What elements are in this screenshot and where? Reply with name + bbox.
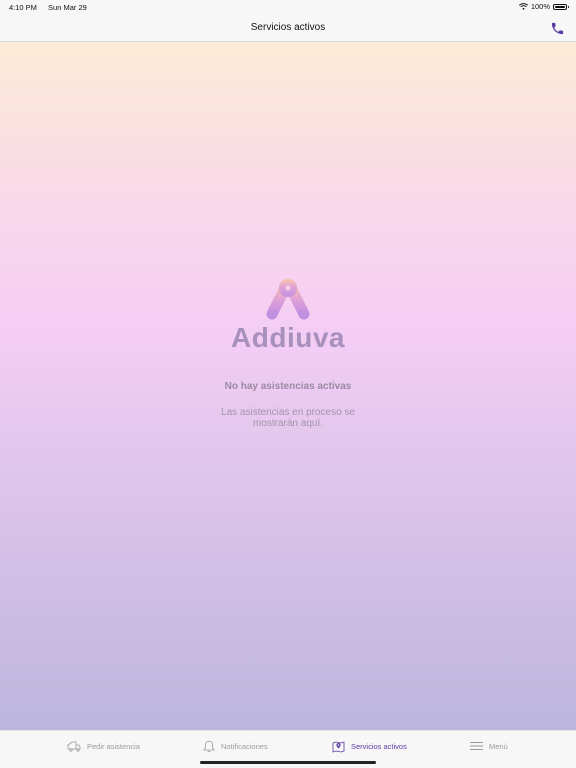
battery-icon	[553, 3, 569, 10]
main-content: Addiuva No hay asistencias activas Las a…	[0, 42, 576, 731]
empty-state-subtitle: Las asistencias en proceso se mostrarán …	[221, 407, 355, 429]
hamburger-menu-icon	[470, 742, 483, 750]
bell-icon	[203, 740, 215, 752]
battery-percentage: 100%	[530, 2, 550, 11]
status-left: 4:10 PM Sun Mar 29	[9, 3, 96, 12]
status-date: Sun Mar 29	[48, 3, 87, 12]
tab-label: Servicios activos	[351, 741, 407, 751]
page-title: Servicios activos	[250, 22, 326, 33]
status-right: 100%	[518, 2, 569, 11]
tab-label: Pedir asistencia	[87, 741, 140, 751]
tab-pedir-asistencia[interactable]: Pedir asistencia	[67, 738, 140, 754]
empty-state: Addiuva No hay asistencias activas Las a…	[0, 274, 576, 429]
map-pin-icon	[332, 740, 345, 753]
phone-icon	[551, 22, 563, 34]
status-bar: 4:10 PM Sun Mar 29 100%	[0, 0, 576, 14]
truck-icon	[67, 741, 81, 752]
call-button[interactable]	[548, 19, 566, 37]
tab-notificaciones[interactable]: Notificaciones	[203, 738, 268, 754]
tab-menu[interactable]: Menú	[470, 738, 508, 754]
tab-servicios-activos[interactable]: Servicios activos	[332, 738, 407, 754]
tab-label: Notificaciones	[221, 741, 268, 751]
brand-logo-text: Addiuva	[231, 322, 345, 353]
navigation-bar: Servicios activos	[0, 14, 576, 42]
tab-label: Menú	[489, 741, 508, 751]
empty-state-title: No hay asistencias activas	[224, 381, 352, 392]
addiuva-logo-icon	[266, 279, 310, 320]
wifi-icon	[518, 3, 528, 10]
home-indicator[interactable]	[200, 761, 376, 764]
status-time: 4:10 PM	[9, 3, 37, 12]
tab-bar: Pedir asistencia Notificaciones Servicio…	[0, 730, 576, 768]
